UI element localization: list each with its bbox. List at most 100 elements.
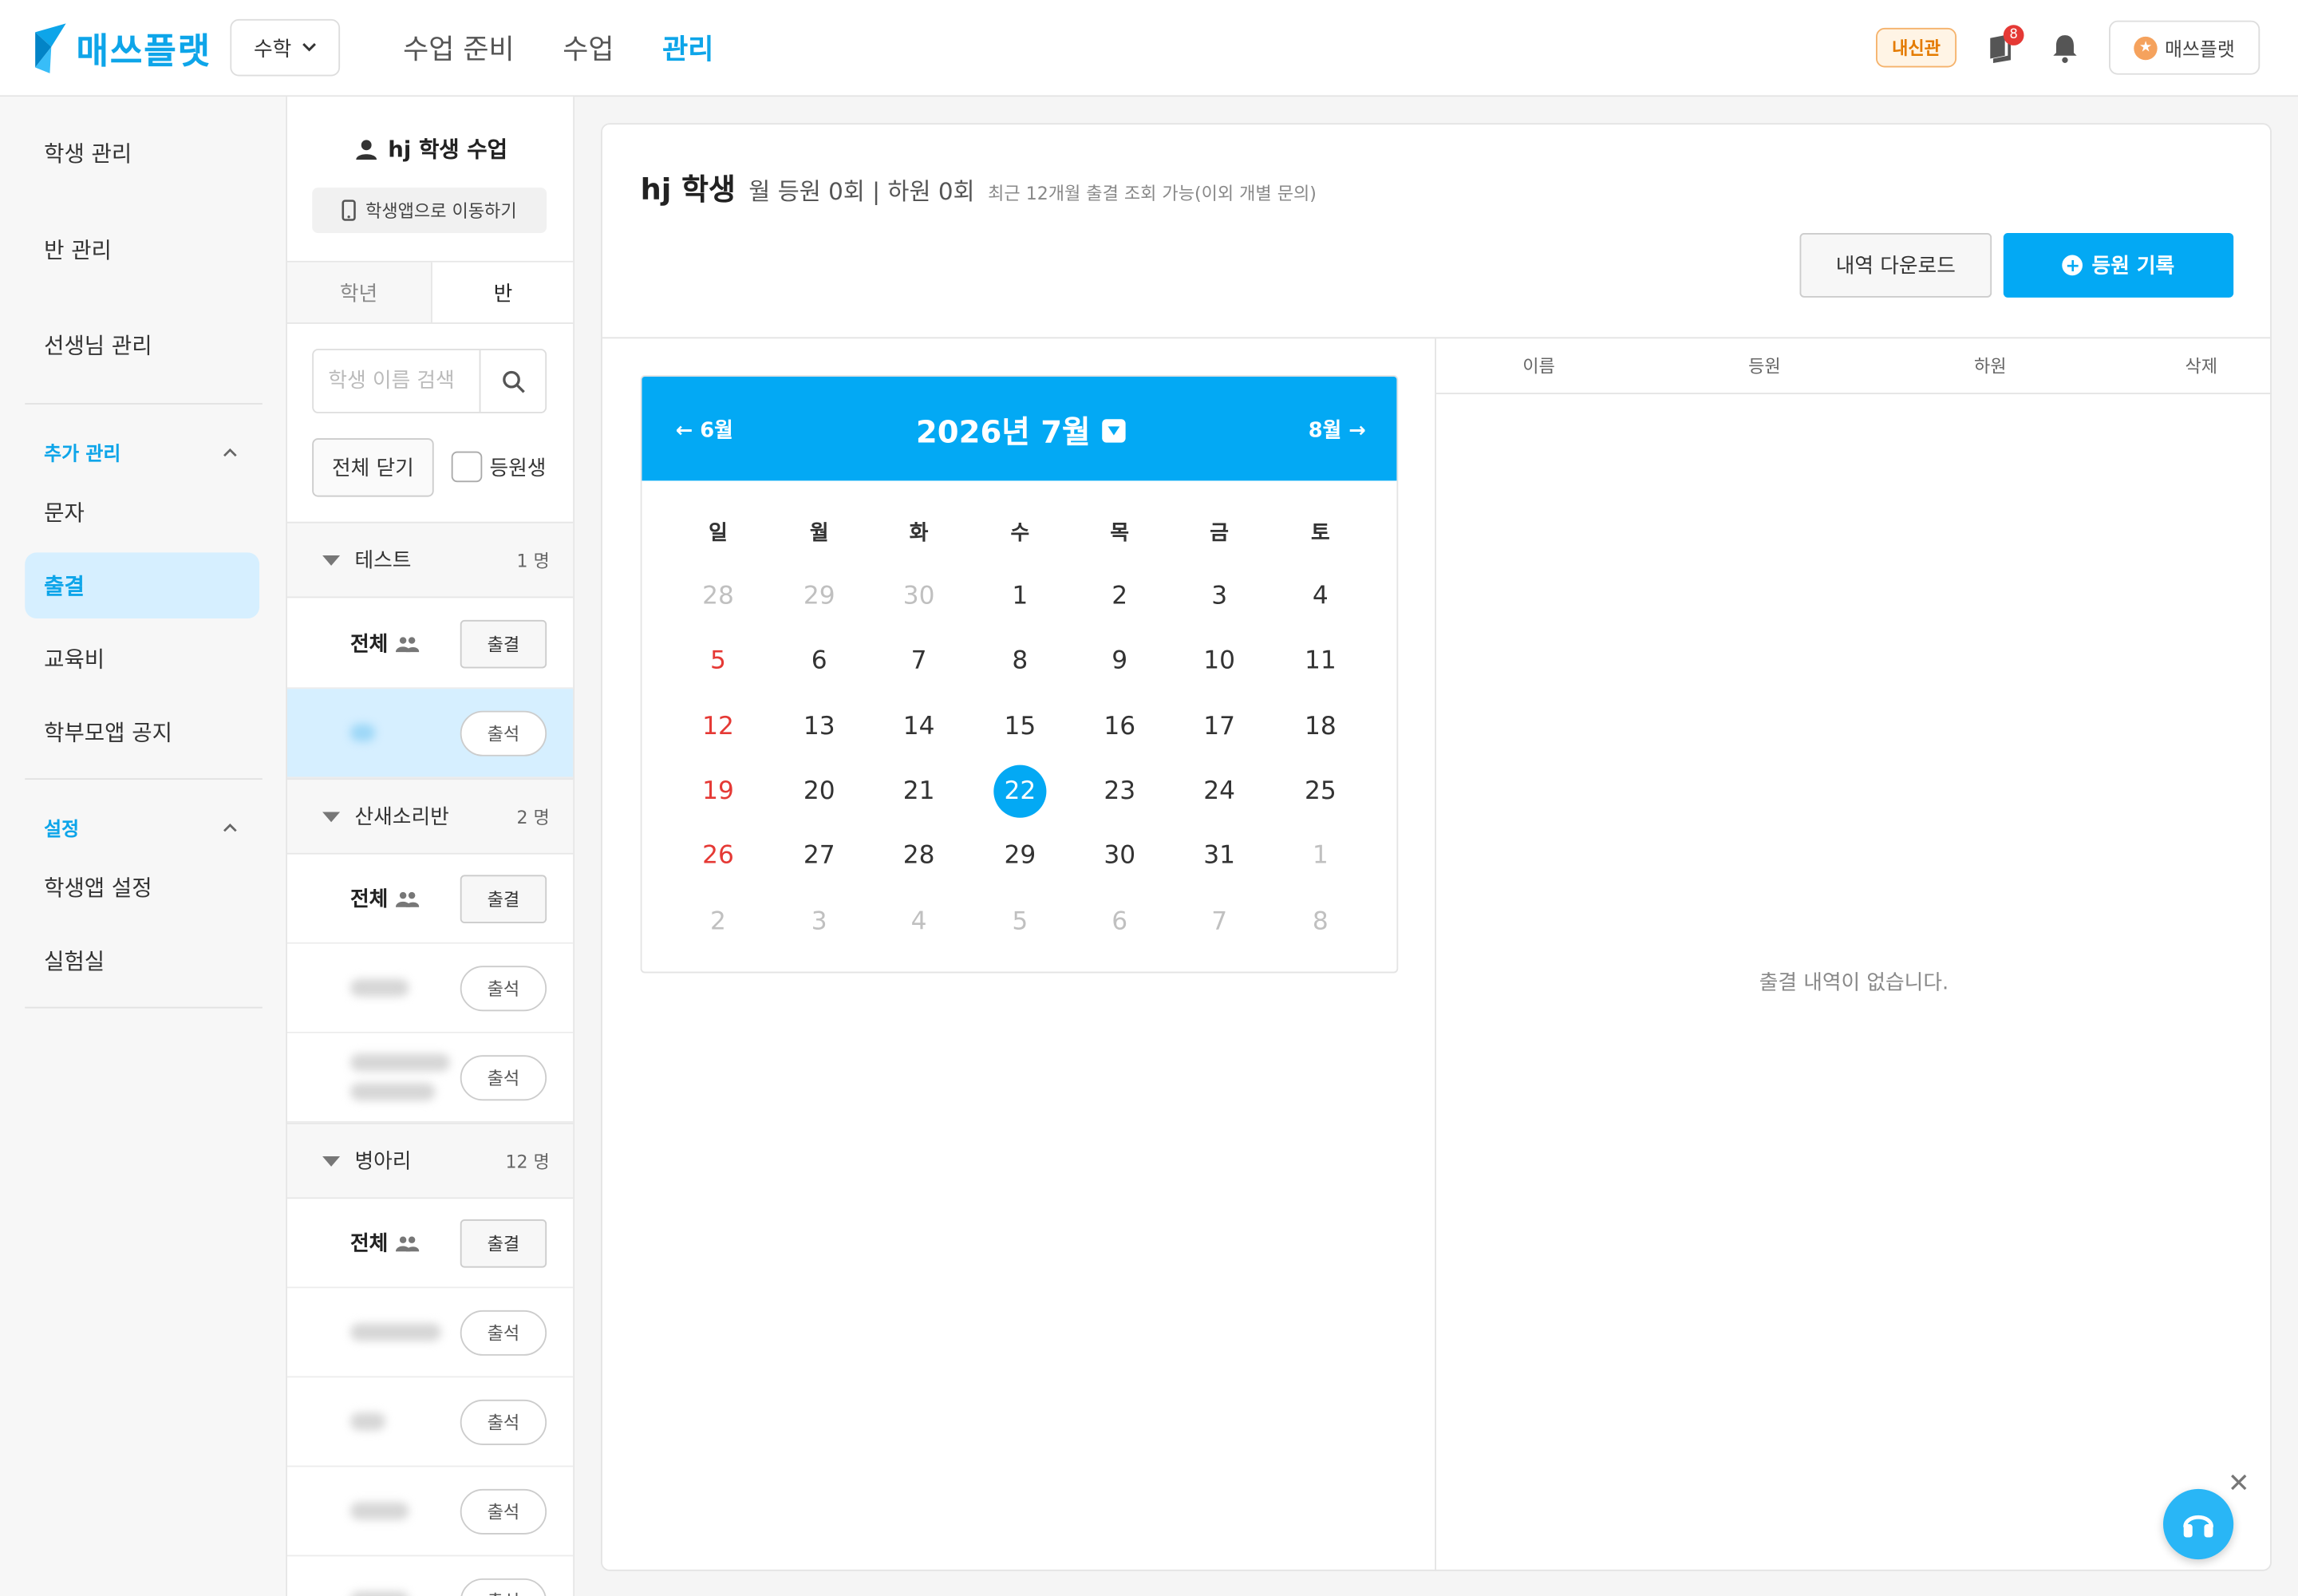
list-item[interactable]: 출석 (286, 1288, 574, 1378)
calendar-day[interactable]: 23 (1093, 764, 1146, 817)
calendar-day[interactable]: 24 (1193, 764, 1246, 817)
sidebar-item-message[interactable]: 문자 (25, 480, 259, 546)
calendar-title[interactable]: 2026년 7월 (642, 409, 1396, 452)
calendar-day[interactable]: 29 (993, 830, 1046, 883)
group-header-test[interactable]: 테스트 1 명 (286, 521, 574, 598)
sidebar-item-attendance[interactable]: 출결 (25, 552, 260, 619)
present-button[interactable]: 출석 (460, 966, 547, 1012)
nav-manage[interactable]: 관리 (662, 28, 713, 68)
calendar-day[interactable]: 4 (1294, 570, 1347, 622)
calendar-day[interactable]: 25 (1294, 764, 1347, 817)
subject-select[interactable]: 수학 (230, 18, 341, 77)
calendar-day[interactable]: 17 (1193, 700, 1246, 753)
calendar-day[interactable]: 2 (692, 895, 744, 947)
present-button[interactable]: 출석 (460, 1399, 547, 1445)
calendar-day[interactable]: 31 (1193, 830, 1246, 883)
calendar-day[interactable]: 26 (692, 830, 744, 883)
close-all-button[interactable]: 전체 닫기 (312, 438, 434, 497)
calendar-day[interactable]: 15 (993, 700, 1046, 753)
calendar-day[interactable]: 21 (893, 764, 946, 817)
close-icon[interactable]: ✕ (2228, 1468, 2250, 1499)
calendar-day[interactable]: 4 (893, 895, 946, 947)
present-button[interactable]: 출석 (460, 1488, 547, 1535)
sidebar-item-lab[interactable]: 실험실 (25, 928, 259, 994)
attending-checkbox[interactable]: 등원생 (451, 451, 546, 483)
next-month-button[interactable]: 8월 → (1309, 415, 1366, 444)
group-attendance-button[interactable]: 출결 (460, 875, 547, 924)
calendar-day[interactable]: 16 (1093, 700, 1146, 753)
calendar-day[interactable]: 11 (1294, 635, 1347, 688)
sidebar-item-class-manage[interactable]: 반 관리 (25, 217, 259, 283)
table-row: 전체 출결 (286, 1199, 574, 1289)
calendar-day[interactable]: 1 (993, 570, 1046, 622)
sidebar-section-extra[interactable]: 추가 관리 (44, 438, 237, 466)
calendar-day[interactable]: 3 (1193, 570, 1246, 622)
list-item[interactable]: 출석 (286, 689, 574, 779)
support-chat-button[interactable] (2163, 1488, 2234, 1560)
calendar-day[interactable]: 19 (692, 764, 744, 817)
calendar-day[interactable]: 6 (793, 635, 846, 688)
group-attendance-button[interactable]: 출결 (460, 1219, 547, 1268)
calendar-day[interactable]: 5 (692, 635, 744, 688)
calendar-day[interactable]: 14 (893, 700, 946, 753)
calendar-day[interactable]: 2 (1093, 570, 1146, 622)
search-button[interactable] (479, 350, 546, 413)
sidebar-item-teacher-manage[interactable]: 선생님 관리 (25, 312, 259, 378)
calendar-day[interactable]: 1 (1294, 830, 1347, 883)
calendar-day[interactable]: 6 (1093, 895, 1146, 947)
calendar-day[interactable]: 28 (692, 570, 744, 622)
calendar-day[interactable]: 20 (793, 764, 846, 817)
calendar-day[interactable]: 12 (692, 700, 744, 753)
calendar-day[interactable]: 28 (893, 830, 946, 883)
calendar-day[interactable]: 3 (793, 895, 846, 947)
calendar-day[interactable]: 30 (893, 570, 946, 622)
list-item[interactable]: 출석 (286, 943, 574, 1033)
list-item[interactable]: 출석 (286, 1556, 574, 1596)
group-attendance-button[interactable]: 출결 (460, 619, 547, 669)
sidebar-item-student-manage[interactable]: 학생 관리 (25, 120, 259, 187)
add-arrival-record-button[interactable]: + 등원 기록 (2003, 233, 2234, 298)
sidebar-section-settings[interactable]: 설정 (44, 813, 237, 841)
calendar-day[interactable]: 7 (893, 635, 946, 688)
calendar-day[interactable]: 8 (1294, 895, 1347, 947)
tab-class[interactable]: 반 (430, 262, 574, 323)
nav-class[interactable]: 수업 (563, 28, 614, 68)
sidebar-item-parent-notice[interactable]: 학부모앱 공지 (25, 699, 259, 765)
checkbox-box[interactable] (451, 451, 483, 483)
sidebar: 학생 관리 반 관리 선생님 관리 추가 관리 문자 출결 교육비 학부모앱 공… (0, 97, 287, 1596)
student-search-input[interactable] (314, 350, 480, 413)
list-item[interactable]: 출석 (286, 1377, 574, 1468)
list-item[interactable]: 출석 (286, 1467, 574, 1557)
calendar-day[interactable]: 13 (793, 700, 846, 753)
calendar-day[interactable]: 30 (1093, 830, 1146, 883)
present-button[interactable]: 출석 (460, 1310, 547, 1356)
student-app-button[interactable]: 학생앱으로 이동하기 (312, 188, 547, 234)
calendar-day[interactable]: 5 (993, 895, 1046, 947)
group-header-byeongari[interactable]: 병아리 12 명 (286, 1122, 574, 1199)
bell-icon[interactable] (2051, 32, 2080, 64)
present-button[interactable]: 출석 (460, 1578, 547, 1596)
main-nav: 수업 준비 수업 관리 (403, 28, 713, 68)
profile-button[interactable]: ★ 매쓰플랫 (2109, 20, 2260, 75)
calendar-day[interactable]: 22 (993, 764, 1047, 818)
download-history-button[interactable]: 내역 다운로드 (1799, 233, 1992, 298)
calendar-day[interactable]: 27 (793, 830, 846, 883)
list-item[interactable]: 출석 (286, 1033, 574, 1123)
tab-grade[interactable]: 학년 (286, 262, 431, 323)
sidebar-item-student-app-settings[interactable]: 학생앱 설정 (25, 855, 259, 921)
logo[interactable]: 매쓰플랫 (35, 22, 211, 73)
calendar-day[interactable]: 9 (1093, 635, 1146, 688)
naesin-badge[interactable]: 내신관 (1876, 27, 1957, 68)
calendar-day[interactable]: 29 (793, 570, 846, 622)
calendar-day[interactable]: 8 (993, 635, 1046, 688)
present-button[interactable]: 출석 (460, 710, 547, 757)
calendar-day[interactable]: 18 (1294, 700, 1347, 753)
calendar-day[interactable]: 10 (1193, 635, 1246, 688)
calendar-day[interactable]: 7 (1193, 895, 1246, 947)
group-header-sansaesori[interactable]: 산새소리반 2 명 (286, 778, 574, 855)
sidebar-item-tuition[interactable]: 교육비 (25, 626, 259, 692)
notification-count-badge: 8 (2003, 25, 2024, 45)
weekday-label: 화 (909, 521, 929, 546)
nav-class-prep[interactable]: 수업 준비 (403, 28, 515, 68)
present-button[interactable]: 출석 (460, 1055, 547, 1101)
